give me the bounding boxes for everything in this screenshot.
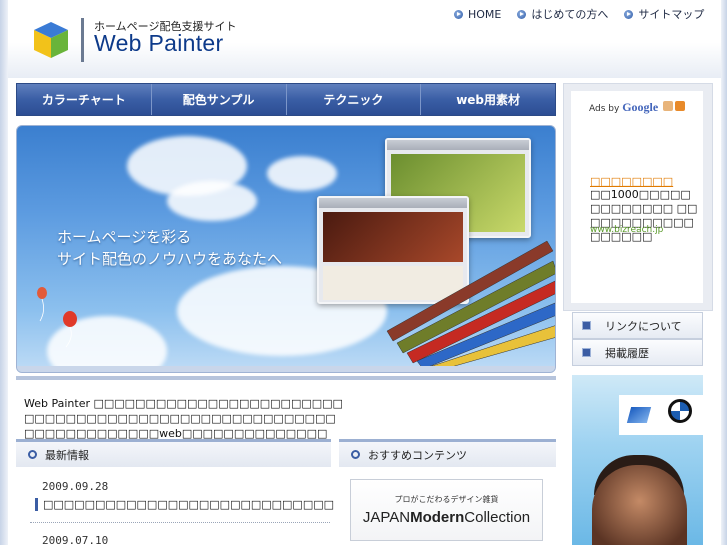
cloud-shape [167,181,257,221]
ad-body-text: □□1000□□□□□□□□□□□□□ □□□□□□□□□□□□□□□□□□ [590,188,698,243]
dotted-divider [30,522,330,523]
news-date: 2009.07.10 [42,534,109,545]
beginners-link[interactable]: はじめての方へ [517,6,608,22]
ads-prev-icon[interactable] [663,101,673,111]
banner-subtitle: プロがこだわるデザイン雑貨 [394,495,499,504]
bmw-advertisement[interactable] [572,375,703,545]
sitemap-link[interactable]: サイトマップ [624,6,704,22]
banner-title: JAPANModernCollection [351,509,542,526]
news-heading-label: 最新情報 [45,448,89,462]
logo-divider [81,18,84,62]
home-link[interactable]: HOME [454,6,501,22]
sidebar-link-about-links[interactable]: リンクについて [572,312,703,339]
google-text: Google [622,100,659,114]
banner-title-suffix: Collection [464,509,531,526]
ads-next-icon[interactable] [675,101,685,111]
hero-tagline-line2: サイト配色のノウハウをあなたへ [57,250,283,268]
ad-title-link[interactable]: □□□□□□□□ [590,175,673,188]
tab-techniques[interactable]: テクニック [287,84,422,115]
hero-banner: ホームページを彩る サイト配色のノウハウをあなたへ [16,125,556,373]
ad-tile [619,395,661,435]
colored-pencils-icon [386,240,555,371]
hero-tagline: ホームページを彩る サイト配色のノウハウをあなたへ [57,226,282,270]
hero-tagline-line1: ホームページを彩る [57,228,192,246]
intro-text: Web Painter □□□□□□□□□□□□□□□□□□□□□□□□□□□□… [24,397,343,440]
bmw-logo-icon [668,399,692,423]
square-bullet-icon [582,348,591,357]
ad-url[interactable]: www.bizreach.jp [590,225,663,235]
sidebar-link-history[interactable]: 掲載履歴 [572,339,703,366]
home-link-label: HOME [468,7,502,21]
ad-portrait [592,465,687,545]
ads-by-text: Ads by [589,104,620,114]
ring-bullet-icon [28,450,37,459]
news-heading: 最新情報 [16,439,331,467]
google-ads-box: Ads by Google □□□□□□□□ □□1000□□□□□□□□□□□… [571,91,703,303]
top-navigation: HOME はじめての方へ サイトマップ [454,6,720,22]
banner-title-bold: Modern [410,509,465,526]
tab-color-chart[interactable]: カラーチャート [17,84,152,115]
japan-modern-collection-banner[interactable]: プロがこだわるデザイン雑貨 JAPANModernCollection [350,479,543,541]
tab-web-materials[interactable]: web用素材 [421,84,555,115]
news-item-link[interactable]: □□□□□□□□□□□□□□□□□□□□□□□□□□□□ [35,498,334,511]
ads-by-google-label[interactable]: Ads by Google [589,100,658,115]
page-frame-left [0,0,8,545]
hero-bottom-edge [17,366,555,372]
sitemap-link-label: サイトマップ [638,8,705,21]
recommended-heading: おすすめコンテンツ [339,439,556,467]
news-date: 2009.09.28 [42,480,109,493]
sidebar-link-label: 掲載履歴 [605,346,649,360]
main-navigation: カラーチャート 配色サンプル テクニック web用素材 [16,83,556,116]
page-frame-right [721,0,727,545]
sidebar-link-label: リンクについて [605,319,682,333]
arrow-bullet-icon [624,9,634,19]
arrow-bullet-icon [454,9,463,19]
recommended-heading-label: おすすめコンテンツ [368,448,467,462]
ring-bullet-icon [351,450,360,459]
tab-color-samples[interactable]: 配色サンプル [152,84,287,115]
logo-cube-icon[interactable] [32,20,70,60]
intro-divider [16,376,556,380]
balloons-icon [37,287,77,348]
cloud-shape [267,156,337,191]
beginners-link-label: はじめての方へ [531,8,609,21]
banner-title-prefix: JAPAN [362,509,411,526]
square-bullet-icon [582,321,591,330]
site-header: ホームページ配色支援サイト Web Painter HOME はじめての方へ サ… [8,0,721,78]
site-title[interactable]: Web Painter [94,30,223,57]
arrow-bullet-icon [517,9,527,19]
